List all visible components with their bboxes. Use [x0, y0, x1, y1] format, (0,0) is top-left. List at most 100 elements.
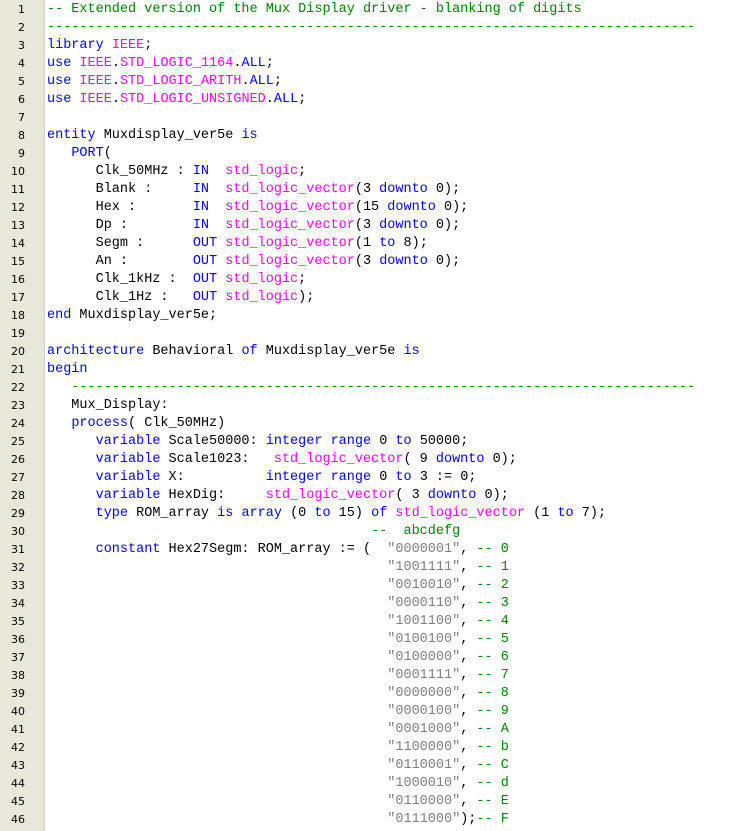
- code-text: variable Scale50000: integer range 0 to …: [47, 433, 469, 451]
- code-line[interactable]: 24 process( Clk_50MHz): [0, 415, 755, 433]
- code-line[interactable]: 42 "1100000", -- b: [0, 739, 755, 757]
- code-token-kw: IN: [192, 182, 210, 197]
- line-number: 14: [11, 237, 25, 250]
- code-line[interactable]: 43 "0110001", -- C: [0, 757, 755, 775]
- code-token-type: std_logic_vector: [225, 182, 355, 197]
- code-token-plain: Blank :: [47, 182, 193, 197]
- code-token-type: std_logic: [225, 290, 299, 305]
- code-line[interactable]: 45 "0110000", -- E: [0, 793, 755, 811]
- line-number: 15: [11, 255, 25, 268]
- code-token-kw: use: [47, 74, 72, 89]
- code-text: Mux_Display:: [47, 397, 169, 415]
- code-token-kw: architecture: [47, 344, 145, 359]
- code-lines[interactable]: 1 -- Extended version of the Mux Display …: [0, 1, 755, 829]
- code-token-comment: -- 9: [476, 704, 509, 719]
- code-line[interactable]: 1 -- Extended version of the Mux Display …: [0, 1, 755, 19]
- code-line[interactable]: 3 library IEEE;: [0, 37, 755, 55]
- code-line[interactable]: 10 Clk_50MHz : IN std_logic;: [0, 163, 755, 181]
- code-line[interactable]: 28 variable HexDig: std_logic_vector( 3 …: [0, 487, 755, 505]
- code-line[interactable]: 27 variable X: integer range 0 to 3 := 0…: [0, 469, 755, 487]
- code-text: Clk_50MHz : IN std_logic;: [47, 163, 307, 181]
- code-line[interactable]: 19: [0, 325, 755, 343]
- code-text: variable X: integer range 0 to 3 := 0;: [47, 469, 477, 487]
- code-line[interactable]: 14 Segm : OUT std_logic_vector(1 to 8);: [0, 235, 755, 253]
- code-line[interactable]: 16 Clk_1kHz : OUT std_logic;: [0, 271, 755, 289]
- code-line[interactable]: 36 "0100100", -- 5: [0, 631, 755, 649]
- line-number: 18: [11, 309, 25, 322]
- code-token-plain: Dp :: [47, 218, 193, 233]
- code-token-plain: ,: [460, 542, 477, 557]
- code-token-comment: ----------------------------------------…: [47, 20, 696, 35]
- code-line[interactable]: 21 begin: [0, 361, 755, 379]
- code-line[interactable]: 30 -- abcdefg: [0, 523, 755, 541]
- code-line[interactable]: 4 use IEEE.STD_LOGIC_1164.ALL;: [0, 55, 755, 73]
- code-text: process( Clk_50MHz): [47, 415, 225, 433]
- code-line[interactable]: 7: [0, 109, 755, 127]
- code-line[interactable]: 40 "0000100", -- 9: [0, 703, 755, 721]
- code-line[interactable]: 9 PORT(: [0, 145, 755, 163]
- code-line[interactable]: 23 Mux_Display:: [0, 397, 755, 415]
- code-line[interactable]: 31 constant Hex27Segm: ROM_array := ( "0…: [0, 541, 755, 559]
- code-text: -- abcdefg: [47, 523, 460, 541]
- code-token-comment: -- 3: [476, 596, 509, 611]
- code-line[interactable]: 20 architecture Behavioral of Muxdisplay_…: [0, 343, 755, 361]
- code-token-plain: 0);: [427, 254, 461, 269]
- code-line[interactable]: 44 "1000010", -- d: [0, 775, 755, 793]
- code-token-plain: ,: [460, 704, 477, 719]
- code-line[interactable]: 33 "0010010", -- 2: [0, 577, 755, 595]
- code-token-str: "0100000": [387, 650, 461, 665]
- code-line[interactable]: 11 Blank : IN std_logic_vector(3 downto …: [0, 181, 755, 199]
- code-line[interactable]: 12 Hex : IN std_logic_vector(15 downto 0…: [0, 199, 755, 217]
- line-number: 39: [11, 687, 25, 700]
- code-token-type: IEEE: [79, 74, 112, 89]
- code-line[interactable]: 41 "0001000", -- A: [0, 721, 755, 739]
- code-editor[interactable]: 1 -- Extended version of the Mux Display …: [0, 0, 755, 831]
- code-token-str: "0010010": [387, 578, 461, 593]
- code-token-str: "0111000": [387, 812, 461, 827]
- code-token-comment: -- Extended version of the Mux Display d…: [47, 2, 582, 17]
- code-line[interactable]: 18 end Muxdisplay_ver5e;: [0, 307, 755, 325]
- code-token-kw: integer: [265, 434, 323, 449]
- code-line[interactable]: 26 variable Scale1023: std_logic_vector(…: [0, 451, 755, 469]
- code-text: An : OUT std_logic_vector(3 downto 0);: [47, 253, 461, 271]
- code-line[interactable]: 13 Dp : IN std_logic_vector(3 downto 0);: [0, 217, 755, 235]
- code-token-plain: An :: [47, 254, 193, 269]
- code-line[interactable]: 29 type ROM_array is array (0 to 15) of …: [0, 505, 755, 523]
- code-line[interactable]: 8 entity Muxdisplay_ver5e is: [0, 127, 755, 145]
- code-token-type: std_logic_vector: [225, 236, 355, 251]
- code-token-plain: Mux_Display:: [47, 398, 169, 413]
- code-line[interactable]: 38 "0001111", -- 7: [0, 667, 755, 685]
- code-token-plain: (1: [525, 506, 558, 521]
- code-line[interactable]: 46 "0111000");-- F: [0, 811, 755, 829]
- code-token-kw: downto: [379, 182, 428, 197]
- code-line[interactable]: 6 use IEEE.STD_LOGIC_UNSIGNED.ALL;: [0, 91, 755, 109]
- code-line[interactable]: 5 use IEEE.STD_LOGIC_ARITH.ALL;: [0, 73, 755, 91]
- code-line[interactable]: 34 "0000110", -- 3: [0, 595, 755, 613]
- code-text: use IEEE.STD_LOGIC_1164.ALL;: [47, 55, 274, 73]
- code-token-type: IEEE: [79, 92, 112, 107]
- code-line[interactable]: 37 "0100000", -- 6: [0, 649, 755, 667]
- code-text: "1001111", -- 1: [47, 559, 509, 577]
- code-token-kw: variable: [95, 434, 161, 449]
- code-token-str: "1001100": [387, 614, 461, 629]
- code-token-str: "0000110": [387, 596, 461, 611]
- code-line[interactable]: 2 ---------------------------------------…: [0, 19, 755, 37]
- code-line[interactable]: 22 -------------------------------------…: [0, 379, 755, 397]
- line-number: 17: [11, 291, 25, 304]
- code-text: Hex : IN std_logic_vector(15 downto 0);: [47, 199, 469, 217]
- code-token-str: "0110000": [387, 794, 461, 809]
- code-line[interactable]: 25 variable Scale50000: integer range 0 …: [0, 433, 755, 451]
- code-line[interactable]: 15 An : OUT std_logic_vector(3 downto 0)…: [0, 253, 755, 271]
- code-token-type: IEEE: [79, 56, 112, 71]
- line-number: 23: [11, 399, 25, 412]
- code-line[interactable]: 17 Clk_1Hz : OUT std_logic);: [0, 289, 755, 307]
- line-number: 12: [11, 201, 25, 214]
- code-text: Blank : IN std_logic_vector(3 downto 0);: [47, 181, 461, 199]
- code-token-plain: 8);: [395, 236, 428, 251]
- code-line[interactable]: 35 "1001100", -- 4: [0, 613, 755, 631]
- code-line[interactable]: 32 "1001111", -- 1: [0, 559, 755, 577]
- code-token-kw: IN: [192, 200, 210, 215]
- code-line[interactable]: 39 "0000000", -- 8: [0, 685, 755, 703]
